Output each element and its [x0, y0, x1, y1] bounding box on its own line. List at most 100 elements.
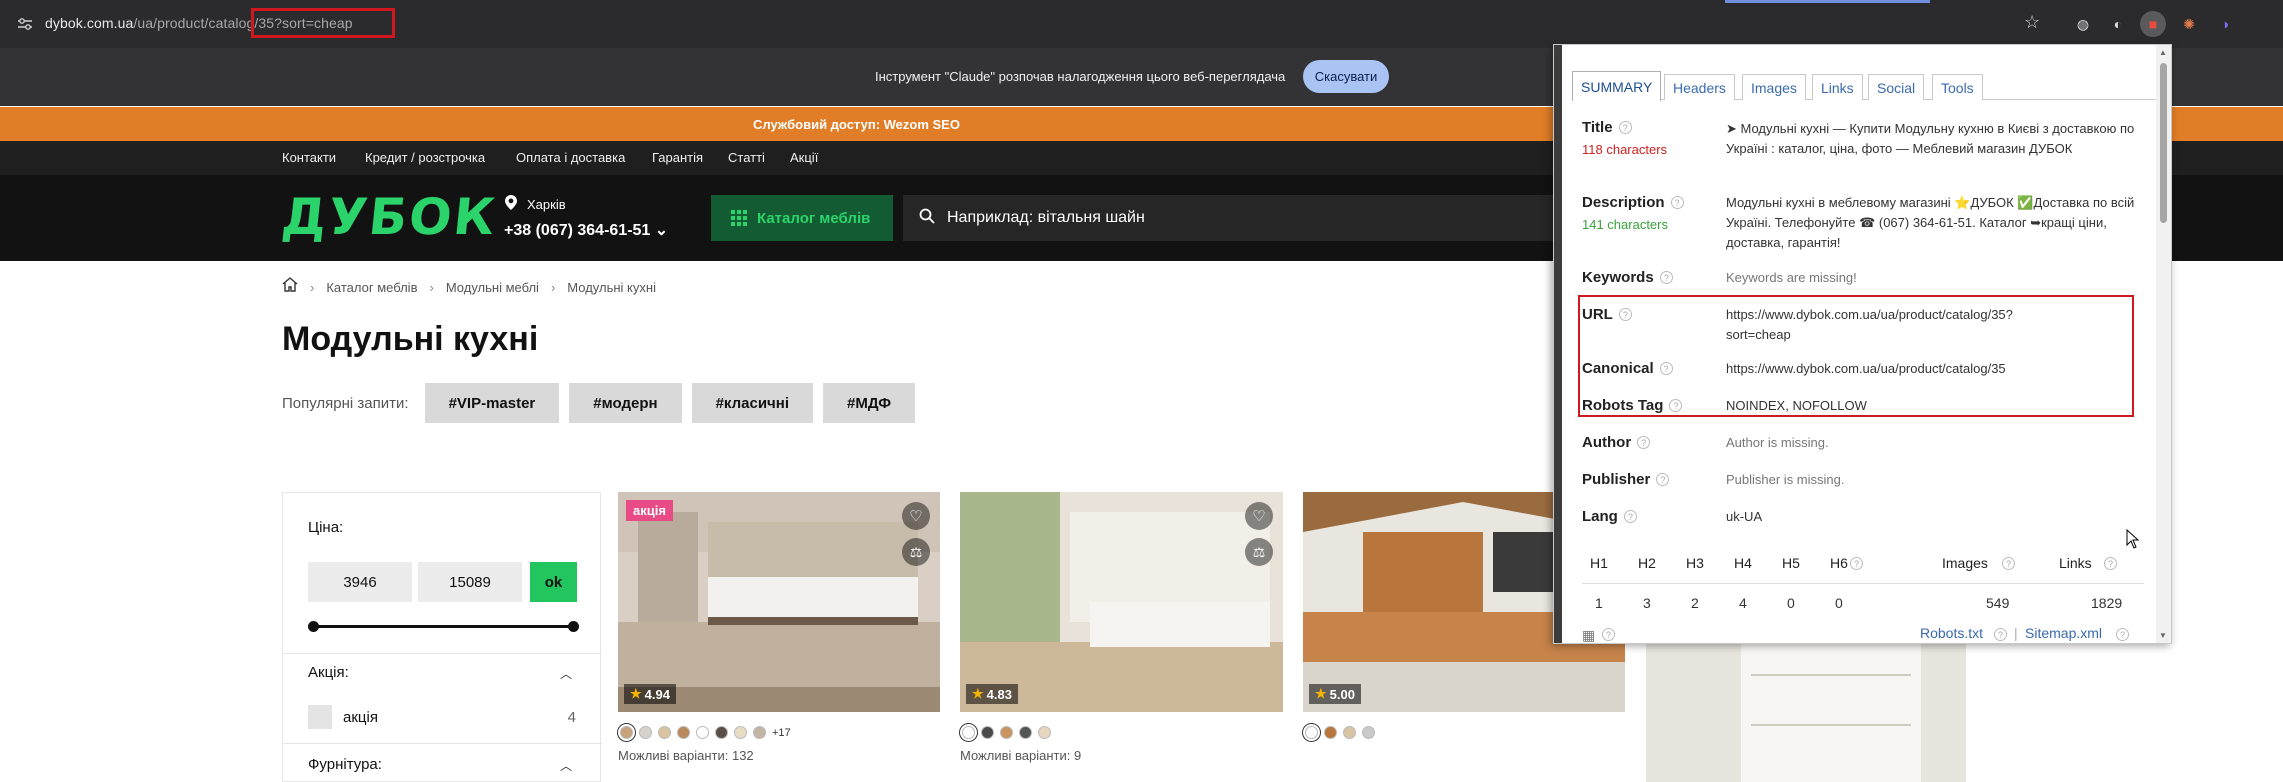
links-count: 1829 [2091, 595, 2123, 611]
bookmark-star-icon[interactable]: ☆ [2024, 12, 2040, 33]
catalog-button[interactable]: Каталог меблів [711, 195, 893, 241]
nav-articles[interactable]: Статті [728, 150, 765, 165]
color-swatch[interactable] [753, 726, 766, 739]
nav-credit[interactable]: Кредит / розстрочка [365, 150, 485, 165]
more-colors-count[interactable]: +17 [772, 727, 791, 739]
tag-vip-master[interactable]: #VIP-master [424, 383, 560, 423]
tab-links[interactable]: Links [1812, 74, 1863, 100]
tag-mdf[interactable]: #МДФ [822, 383, 916, 423]
url-query-highlight [251, 8, 395, 38]
seo-extension-icon[interactable]: ■ [2140, 11, 2166, 37]
robots-txt-link[interactable]: Robots.txt [1920, 625, 1983, 641]
color-swatch[interactable] [677, 726, 690, 739]
tag-modern[interactable]: #модерн [569, 383, 682, 423]
color-swatch[interactable] [1343, 726, 1356, 739]
help-icon[interactable]: ? [1618, 308, 1632, 321]
home-icon[interactable] [282, 277, 298, 297]
site-logo[interactable]: ДУБОК [279, 188, 500, 246]
heart-icon[interactable]: ♡ [1245, 502, 1273, 530]
tab-social[interactable]: Social [1868, 74, 1925, 100]
help-icon[interactable]: ? [1602, 628, 1615, 641]
moon-icon[interactable]: ◐ [2105, 11, 2131, 37]
help-icon[interactable]: ? [1659, 271, 1673, 284]
chevron-up-icon[interactable]: ︿ [560, 665, 572, 682]
nav-payment-delivery[interactable]: Оплата і доставка [516, 150, 625, 165]
heart-icon[interactable]: ♡ [902, 502, 930, 530]
cancel-debug-button[interactable]: Скасувати [1303, 60, 1389, 93]
address-bar[interactable]: dybok.com.ua/ua/product/catalog/35?sort=… [0, 6, 2060, 42]
breadcrumb: › Каталог меблів › Модульні меблі › Моду… [282, 277, 656, 297]
color-swatch[interactable] [1324, 726, 1337, 739]
product-card[interactable]: ♡ ⚖ ★ 4.83 [960, 492, 1283, 712]
color-swatch[interactable] [962, 726, 975, 739]
color-swatch[interactable] [658, 726, 671, 739]
product-card[interactable]: акція ♡ ⚖ ★ 4.94 [618, 492, 940, 712]
color-swatch[interactable] [639, 726, 652, 739]
help-icon[interactable]: ? [1623, 510, 1637, 523]
scroll-up-icon[interactable]: ▲ [2159, 48, 2167, 57]
color-swatch[interactable] [696, 726, 709, 739]
price-max-handle[interactable] [568, 621, 579, 632]
product-image[interactable] [960, 492, 1283, 712]
search-input[interactable]: Наприклад: вітальня шайн [903, 195, 1553, 241]
price-min-handle[interactable] [308, 621, 319, 632]
hardware-group-label[interactable]: Фурнітура: [308, 756, 382, 773]
chevron-up-icon[interactable]: ︿ [560, 757, 572, 774]
color-swatch[interactable] [1019, 726, 1032, 739]
sale-group-label[interactable]: Акція: [308, 664, 349, 681]
compare-scales-icon[interactable]: ⚖ [1245, 538, 1273, 566]
color-swatch[interactable] [981, 726, 994, 739]
claude-icon[interactable]: ✺ [2176, 11, 2202, 37]
compare-scales-icon[interactable]: ⚖ [902, 538, 930, 566]
url-value: https://www.dybok.com.ua/ua/product/cata… [1726, 307, 2013, 342]
tab-images[interactable]: Images [1742, 74, 1806, 100]
color-swatch[interactable] [1038, 726, 1051, 739]
color-swatch[interactable] [1000, 726, 1013, 739]
tag-classic[interactable]: #класичні [691, 383, 813, 423]
publisher-label: Publisher? [1582, 471, 1670, 488]
help-icon[interactable]: ? [1994, 628, 2007, 641]
tab-summary[interactable]: SUMMARY [1572, 71, 1662, 101]
scrollbar-thumb[interactable] [2160, 63, 2167, 223]
sitemap-xml-link[interactable]: Sitemap.xml [2025, 625, 2102, 641]
price-range-slider[interactable] [308, 621, 579, 632]
help-icon[interactable]: ? [1659, 362, 1673, 375]
globe-icon[interactable]: ◍ [2070, 11, 2096, 37]
product-image[interactable] [618, 492, 940, 712]
price-apply-button[interactable]: ok [530, 562, 577, 602]
tab-tools[interactable]: Tools [1932, 74, 1983, 100]
sale-option-label[interactable]: акція [343, 709, 378, 726]
help-icon[interactable]: ? [2002, 557, 2015, 570]
scroll-down-icon[interactable]: ▼ [2159, 631, 2167, 640]
duo-icon[interactable]: ◑ [2212, 11, 2238, 37]
help-icon[interactable]: ? [2104, 557, 2117, 570]
help-icon[interactable]: ? [2116, 628, 2129, 641]
tab-headers[interactable]: Headers [1664, 74, 1735, 100]
chevron-right-icon: › [310, 279, 315, 295]
price-max-input[interactable]: 15089 [418, 562, 522, 602]
help-icon[interactable]: ? [1637, 436, 1651, 449]
help-icon[interactable]: ? [1656, 473, 1670, 486]
color-swatch[interactable] [620, 726, 633, 739]
help-icon[interactable]: ? [1618, 121, 1632, 134]
help-icon[interactable]: ? [1669, 399, 1683, 412]
color-swatch[interactable] [734, 726, 747, 739]
nav-contacts[interactable]: Контакти [282, 150, 336, 165]
color-swatch[interactable] [715, 726, 728, 739]
breadcrumb-modular-furniture[interactable]: Модульні меблі [446, 280, 539, 295]
help-icon[interactable]: ? [1850, 557, 1863, 570]
sale-checkbox[interactable] [308, 705, 332, 729]
help-icon[interactable]: ? [1670, 196, 1684, 209]
nav-warranty[interactable]: Гарантія [652, 150, 703, 165]
city-selector[interactable]: Харків [527, 197, 566, 212]
nav-promotions[interactable]: Акції [790, 150, 818, 165]
popup-scrollbar[interactable]: ▲ ▼ [2156, 45, 2171, 643]
price-min-input[interactable]: 3946 [308, 562, 412, 602]
product-image[interactable] [1646, 644, 1966, 782]
phone-number[interactable]: +38 (067) 364-61-51 ⌄ [504, 220, 668, 240]
chart-icon[interactable]: ▦ [1582, 627, 1595, 644]
color-swatch[interactable] [1362, 726, 1375, 739]
product-card-partial[interactable] [1646, 644, 1966, 782]
color-swatch[interactable] [1305, 726, 1318, 739]
breadcrumb-catalog[interactable]: Каталог меблів [326, 280, 417, 295]
